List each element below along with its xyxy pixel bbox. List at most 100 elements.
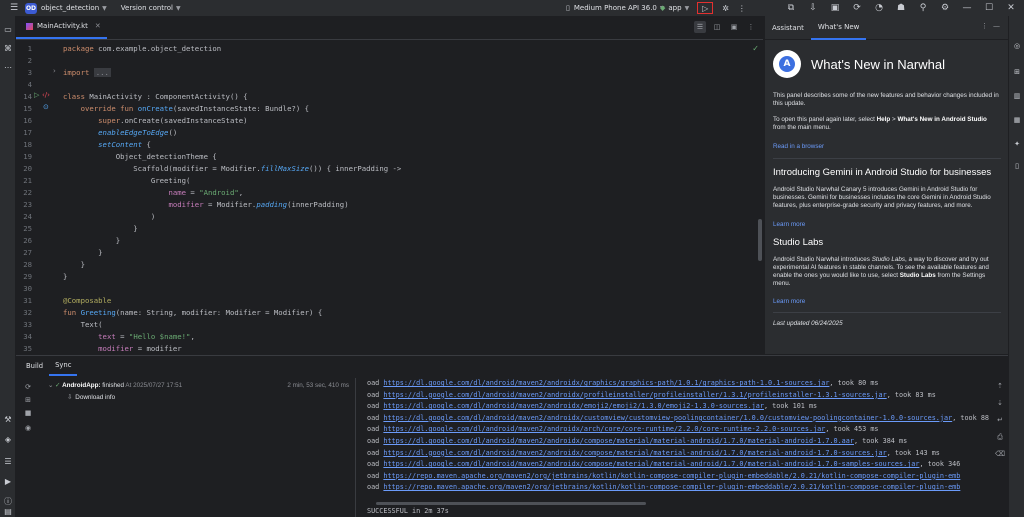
stop-icon[interactable]: ■ <box>23 408 33 418</box>
maximize-icon[interactable]: ☐ <box>982 1 996 15</box>
run-gutter-icon[interactable]: ▷ <box>34 91 39 99</box>
console-horizontal-scrollbar[interactable] <box>376 502 646 505</box>
running-devices-icon[interactable]: ▦ <box>1011 114 1023 126</box>
more-icon[interactable]: ⋮ <box>745 21 757 33</box>
android-sdk-icon[interactable]: ☗ <box>894 1 908 15</box>
code-line[interactable]: 33 Text( <box>16 319 763 331</box>
code-line[interactable]: 20 Scaffold(modifier = Modifier.fillMaxS… <box>16 163 763 175</box>
panel-options-icon[interactable]: ⋮ <box>981 22 988 30</box>
console-url-link[interactable]: https://dl.google.com/dl/android/maven2/… <box>383 449 886 457</box>
code-line[interactable]: 30 <box>16 283 763 295</box>
code-line[interactable]: 2 <box>16 55 763 67</box>
run-button[interactable]: ▷ <box>697 2 714 14</box>
logcat-icon[interactable]: ☰ <box>2 456 14 468</box>
learn-more-link-2[interactable]: Learn more <box>773 298 805 305</box>
tab-whats-new[interactable]: What's New <box>810 16 867 40</box>
version-control-menu[interactable]: Version control <box>121 4 173 12</box>
gemini-icon[interactable]: ✦ <box>1011 138 1023 150</box>
fold-chevron-icon[interactable]: › <box>53 67 56 75</box>
profiler-icon[interactable]: ◔ <box>872 1 886 15</box>
console-url-link[interactable]: https://dl.google.com/dl/android/maven2/… <box>383 460 919 468</box>
code-line[interactable]: 18 setContent { <box>16 139 763 151</box>
notifications-icon[interactable]: ◎ <box>1011 40 1023 52</box>
code-line[interactable]: 1 package com.example.object_detection <box>16 43 763 55</box>
device-selector[interactable]: ▯ Medium Phone API 36.0 ▼ <box>566 0 665 16</box>
console-url-link[interactable]: https://dl.google.com/dl/android/maven2/… <box>383 379 829 387</box>
filter-icon[interactable]: ◉ <box>23 423 33 433</box>
search-icon[interactable]: ⚲ <box>916 1 930 15</box>
tree-item-androidapp[interactable]: ⌄ ✓ AndroidApp: finished At 2025/07/27 1… <box>48 382 182 389</box>
code-area[interactable]: 1 package com.example.object_detection 2 3 i… <box>16 41 763 354</box>
more-actions-icon[interactable]: ⋮ <box>738 4 746 13</box>
code-line[interactable]: 19 Object_detectionTheme { <box>16 151 763 163</box>
code-line[interactable]: 34 text = "Hello $name!", <box>16 331 763 343</box>
code-line[interactable]: 23 modifier = Modifier.padding(innerPadd… <box>16 199 763 211</box>
learn-more-link-1[interactable]: Learn more <box>773 221 805 228</box>
code-line[interactable]: 26 } <box>16 235 763 247</box>
code-line[interactable]: 35 modifier = modifier <box>16 343 763 354</box>
code-line[interactable]: 29} <box>16 271 763 283</box>
editor-scrollbar[interactable] <box>758 219 762 261</box>
clear-icon[interactable]: ⌫ <box>994 448 1006 460</box>
debug-icon[interactable]: ✲ <box>722 4 729 13</box>
console-url-link[interactable]: https://dl.google.com/dl/android/maven2/… <box>383 402 764 410</box>
device-explorer-icon[interactable]: ▥ <box>1011 90 1023 102</box>
design-view-icon[interactable]: ▣ <box>728 21 740 33</box>
sync-gradle-icon[interactable]: ⟳ <box>850 1 864 15</box>
close-tab-icon[interactable]: ✕ <box>95 22 101 30</box>
project-selector[interactable]: object_detection <box>41 4 99 12</box>
code-line[interactable]: 14 class MainActivity : ComponentActivity… <box>16 91 763 103</box>
code-line[interactable]: 32 fun Greeting(name: String, modifier: M… <box>16 307 763 319</box>
code-line[interactable]: 21 Greeting( <box>16 175 763 187</box>
gradle-icon[interactable]: ⊞ <box>1011 66 1023 78</box>
scroll-up-icon[interactable]: ⇡ <box>994 380 1006 392</box>
terminal-icon[interactable]: ▤ <box>2 506 14 517</box>
run-config-selector[interactable]: app <box>668 4 681 12</box>
emulator-icon[interactable]: ▯ <box>1011 160 1023 172</box>
tab-assistant[interactable]: Assistant <box>765 16 811 40</box>
app-inspection-icon[interactable]: ◈ <box>2 434 14 446</box>
console-url-link[interactable]: https://dl.google.com/dl/android/maven2/… <box>383 425 825 433</box>
device-manager-icon[interactable]: ⧉ <box>784 1 798 15</box>
soft-wrap-icon[interactable]: ↵ <box>994 414 1006 426</box>
tab-sync[interactable]: Sync <box>49 356 78 376</box>
compose-preview-icon[interactable]: ‹/› <box>42 91 50 99</box>
code-view-icon[interactable]: ☰ <box>694 21 706 33</box>
close-icon[interactable]: ✕ <box>1004 1 1018 15</box>
code-line[interactable]: 17 enableEdgeToEdge() <box>16 127 763 139</box>
project-view-icon[interactable]: ▭ <box>2 24 14 36</box>
code-line[interactable]: 15 override fun onCreate(savedInstanceSt… <box>16 103 763 115</box>
print-icon[interactable]: ⎙ <box>994 431 1006 443</box>
tab-build[interactable]: Build <box>20 356 49 376</box>
main-menu-icon[interactable]: ☰ <box>7 1 21 15</box>
scroll-down-icon[interactable]: ⇣ <box>994 397 1006 409</box>
sync-console-output[interactable]: oad https://dl.google.com/dl/android/mav… <box>364 376 990 517</box>
code-line[interactable]: 4 <box>16 79 763 91</box>
more-tools-icon[interactable]: ⋯ <box>2 62 14 74</box>
console-url-link[interactable]: https://dl.google.com/dl/android/maven2/… <box>383 414 952 422</box>
expand-icon[interactable]: ⊞ <box>23 395 33 405</box>
minimize-icon[interactable]: — <box>960 1 974 15</box>
code-line[interactable]: 27 } <box>16 247 763 259</box>
run-icon[interactable]: ▶ <box>2 476 14 488</box>
code-line[interactable]: 28 } <box>16 259 763 271</box>
tree-item-download-info[interactable]: ⇩ Download info <box>67 394 115 401</box>
console-url-link[interactable]: https://repo.maven.apache.org/maven2/org… <box>383 483 960 491</box>
editor-tab-mainactivity[interactable]: MainActivity.kt ✕ <box>16 15 107 39</box>
gear-icon[interactable]: ⚙ <box>938 1 952 15</box>
device-mirroring-icon[interactable]: ▣ <box>828 1 842 15</box>
resource-manager-icon[interactable]: ⌘ <box>2 43 14 55</box>
sdk-manager-icon[interactable]: ⇩ <box>806 1 820 15</box>
code-line[interactable]: 3 import ... <box>16 67 763 79</box>
read-in-browser-link[interactable]: Read in a browser <box>773 143 824 150</box>
code-line[interactable]: 25 } <box>16 223 763 235</box>
console-url-link[interactable]: https://dl.google.com/dl/android/maven2/… <box>383 391 886 399</box>
code-line[interactable]: 31 @Composable <box>16 295 763 307</box>
code-line[interactable]: 24 ) <box>16 211 763 223</box>
rerun-sync-icon[interactable]: ⟳ <box>23 382 33 392</box>
console-url-link[interactable]: https://repo.maven.apache.org/maven2/org… <box>383 472 960 480</box>
code-line[interactable]: 16 super.onCreate(savedInstanceState) <box>16 115 763 127</box>
hammer-icon[interactable]: ⚒ <box>2 414 14 426</box>
code-line[interactable]: 22 name = "Android", <box>16 187 763 199</box>
console-url-link[interactable]: https://dl.google.com/dl/android/maven2/… <box>383 437 854 445</box>
